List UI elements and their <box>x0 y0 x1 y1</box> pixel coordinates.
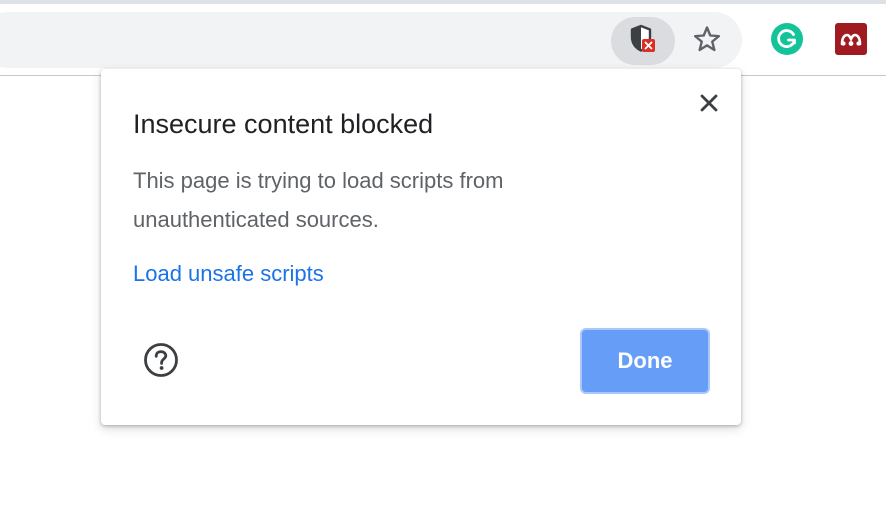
close-icon <box>698 92 720 119</box>
mendeley-icon <box>834 22 868 61</box>
browser-toolbar <box>0 4 886 76</box>
dialog-title: Insecure content blocked <box>133 109 434 139</box>
shield-blocked-icon <box>629 24 657 59</box>
mendeley-extension-button[interactable] <box>829 19 873 63</box>
grammarly-extension-button[interactable] <box>765 19 809 63</box>
help-circle-icon <box>143 342 179 383</box>
insecure-content-blocked-button[interactable] <box>611 17 675 65</box>
help-button[interactable] <box>141 342 181 382</box>
star-outline-icon <box>692 24 722 59</box>
load-unsafe-scripts-link[interactable]: Load unsafe scripts <box>133 261 324 287</box>
dialog-message: This page is trying to load scripts from… <box>133 168 504 232</box>
bookmark-button[interactable] <box>684 17 730 65</box>
grammarly-icon <box>770 22 804 61</box>
done-button[interactable]: Done <box>580 328 710 394</box>
insecure-content-dialog: Insecure content blocked This page is tr… <box>101 69 741 425</box>
close-button[interactable] <box>693 89 725 121</box>
